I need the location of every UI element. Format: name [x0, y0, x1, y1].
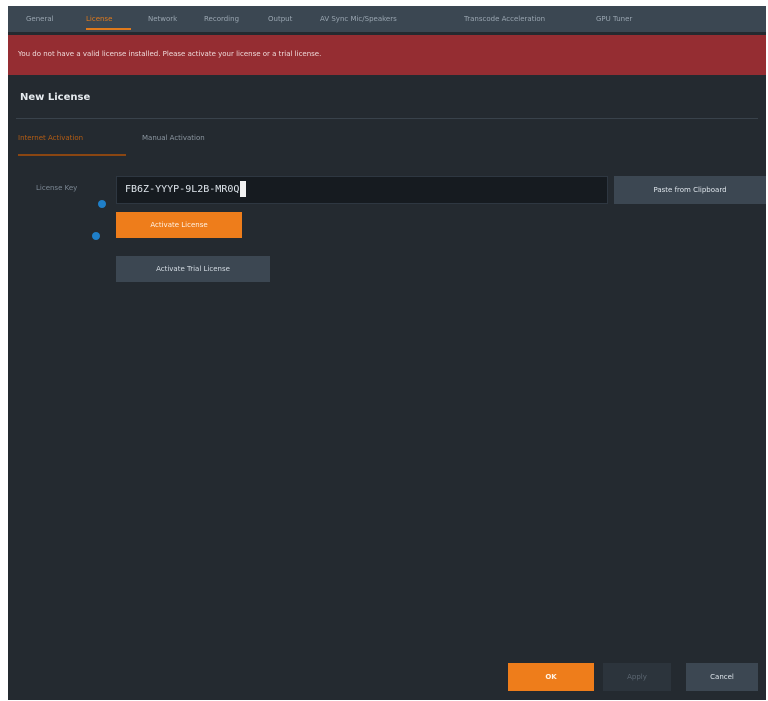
radio-activate-trial[interactable] [92, 232, 100, 240]
section-divider [16, 118, 758, 119]
active-tab-indicator [86, 28, 131, 30]
license-key-input[interactable]: FB6Z-YYYP-9L2B-MR0Q [116, 176, 608, 204]
tab-transcode-acceleration[interactable]: Transcode Acceleration [464, 12, 584, 26]
tab-recording[interactable]: Recording [204, 12, 254, 26]
settings-tab-bar: General License Network Recording Output… [8, 6, 766, 32]
subtab-internet-activation[interactable]: Internet Activation [18, 134, 83, 142]
activate-trial-license-button[interactable]: Activate Trial License [116, 256, 270, 282]
license-key-value: FB6Z-YYYP-9L2B-MR0Q [125, 184, 240, 195]
paste-from-clipboard-button[interactable]: Paste from Clipboard [614, 176, 766, 204]
tab-network[interactable]: Network [148, 12, 190, 26]
cancel-button[interactable]: Cancel [686, 663, 758, 691]
tab-output[interactable]: Output [268, 12, 306, 26]
tab-general[interactable]: General [26, 12, 66, 26]
text-cursor [240, 181, 247, 197]
apply-button[interactable]: Apply [603, 663, 671, 691]
license-warning-banner: You do not have a valid license installe… [8, 35, 766, 75]
license-settings-window: General License Network Recording Output… [8, 6, 766, 700]
radio-activate-license[interactable] [98, 200, 106, 208]
license-warning-text: You do not have a valid license installe… [18, 50, 322, 58]
ok-button[interactable]: OK [508, 663, 594, 691]
tab-av-sync[interactable]: AV Sync Mic/Speakers [320, 12, 450, 26]
active-subtab-indicator [18, 154, 126, 156]
subtab-manual-activation[interactable]: Manual Activation [142, 134, 205, 142]
tab-gpu-tuner[interactable]: GPU Tuner [596, 12, 656, 26]
license-key-label: License Key [36, 184, 78, 192]
activate-license-button[interactable]: Activate License [116, 212, 242, 238]
section-title: New License [20, 92, 91, 103]
tab-license[interactable]: License [86, 12, 131, 26]
